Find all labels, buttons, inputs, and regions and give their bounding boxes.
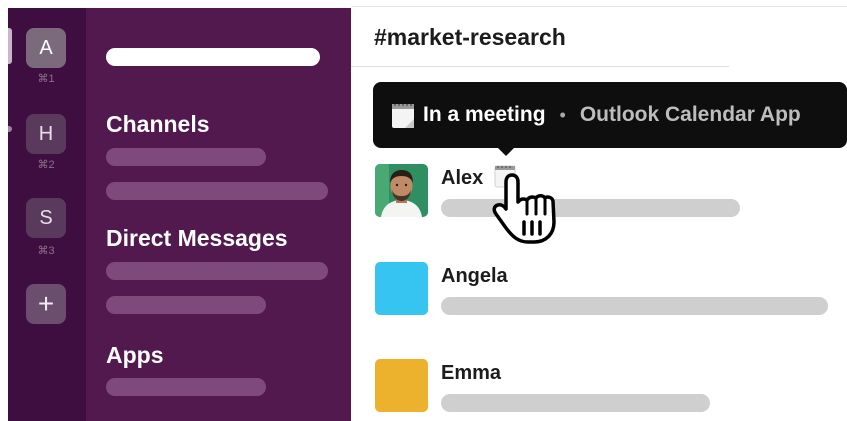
tooltip-app-name: Outlook Calendar App (579, 103, 801, 126)
add-workspace-button[interactable]: + (26, 284, 66, 324)
channel-sidebar: Channels Direct Messages Apps (86, 8, 351, 421)
unread-dot (8, 126, 12, 132)
avatar-emma[interactable] (375, 359, 428, 412)
member-name-alex[interactable]: Alex (441, 167, 483, 190)
apps-section-title[interactable]: Apps (106, 342, 164, 369)
workspace-s-shortcut: ⌘3 (37, 245, 55, 257)
message-placeholder (441, 394, 710, 412)
app-item-placeholder[interactable] (106, 378, 266, 396)
member-name-emma[interactable]: Emma (441, 362, 501, 385)
message-placeholder (441, 199, 740, 217)
workspace-a-letter: A (39, 36, 53, 59)
channels-section-title[interactable]: Channels (106, 111, 210, 138)
member-name-angela[interactable]: Angela (441, 265, 508, 288)
dm-section-title[interactable]: Direct Messages (106, 225, 288, 252)
workspace-name-placeholder[interactable] (106, 48, 320, 66)
status-tooltip: In a meeting • Outlook Calendar App (373, 82, 847, 156)
channel-item-placeholder[interactable] (106, 148, 266, 166)
dm-item-placeholder[interactable] (106, 296, 266, 314)
workspace-a-button[interactable]: A (26, 28, 66, 68)
workspace-rail: A ⌘1 H ⌘2 S ⌘3 + (8, 8, 86, 421)
workspace-s-letter: S (39, 206, 53, 229)
workspace-a-shortcut: ⌘1 (37, 73, 55, 85)
plus-icon: + (37, 288, 55, 319)
workspace-s-button[interactable]: S (26, 198, 66, 238)
channel-item-placeholder[interactable] (106, 182, 328, 200)
top-divider (351, 6, 847, 7)
calendar-icon (392, 104, 414, 128)
header-divider (351, 66, 729, 67)
message-placeholder (441, 297, 828, 315)
hand-cursor-icon (492, 173, 556, 244)
workspace-h-shortcut: ⌘2 (37, 159, 55, 171)
tooltip-separator: • (559, 104, 566, 125)
active-workspace-marker (8, 28, 12, 64)
workspace-h-button[interactable]: H (26, 114, 66, 154)
channel-title[interactable]: #market-research (374, 24, 566, 51)
tooltip-status-text: In a meeting (423, 103, 546, 126)
dm-item-placeholder[interactable] (106, 262, 328, 280)
avatar-alex[interactable] (375, 164, 428, 217)
avatar-angela[interactable] (375, 262, 428, 315)
alex-photo (375, 164, 428, 217)
workspace-h-letter: H (38, 122, 54, 145)
